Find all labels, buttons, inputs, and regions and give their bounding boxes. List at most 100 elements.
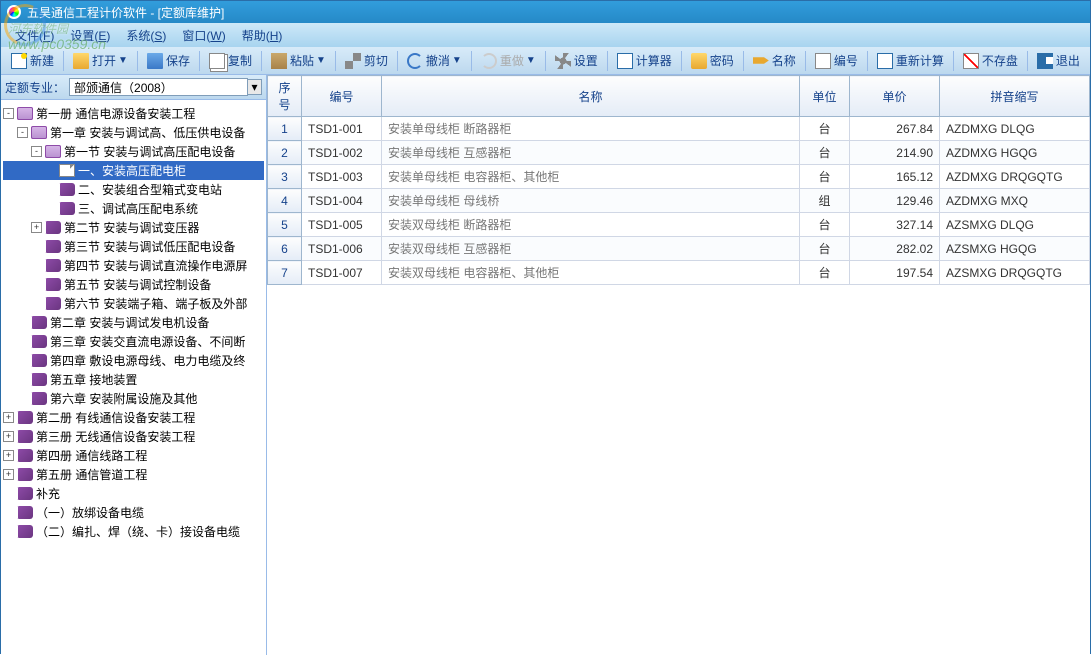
cell-price[interactable]: 282.02	[850, 237, 940, 261]
cell-unit[interactable]: 台	[800, 261, 850, 285]
menu-e[interactable]: 设置(E)	[62, 24, 118, 47]
cut-button[interactable]: 剪切	[339, 50, 394, 71]
cell-name[interactable]: 安装单母线柜 互感器柜	[382, 141, 800, 165]
cell-pinyin[interactable]: AZSMXG DRQGQTG	[940, 261, 1090, 285]
open-button[interactable]: 打开▼	[67, 50, 134, 71]
cell-code[interactable]: TSD1-006	[302, 237, 382, 261]
cell-price[interactable]: 327.14	[850, 213, 940, 237]
cell-unit[interactable]: 台	[800, 213, 850, 237]
tree-toggle[interactable]: +	[3, 450, 14, 461]
cell-unit[interactable]: 台	[800, 165, 850, 189]
tree-node[interactable]: 第四节 安装与调试直流操作电源屏	[3, 256, 264, 275]
tree-toggle[interactable]: -	[31, 146, 42, 157]
tree-node[interactable]: 一、安装高压配电柜	[3, 161, 264, 180]
table-row[interactable]: 4TSD1-004安装单母线柜 母线桥组129.46AZDMXG MXQ	[268, 189, 1090, 213]
cell-name[interactable]: 安装双母线柜 电容器柜、其他柜	[382, 261, 800, 285]
tree-node[interactable]: +第二册 有线通信设备安装工程	[3, 408, 264, 427]
cell-name[interactable]: 安装双母线柜 断路器柜	[382, 213, 800, 237]
cell-name[interactable]: 安装单母线柜 电容器柜、其他柜	[382, 165, 800, 189]
tree-toggle[interactable]: -	[17, 127, 28, 138]
cell-price[interactable]: 267.84	[850, 117, 940, 141]
cell-name[interactable]: 安装双母线柜 互感器柜	[382, 237, 800, 261]
tree-node[interactable]: -第一章 安装与调试高、低压供电设备	[3, 123, 264, 142]
cell-code[interactable]: TSD1-002	[302, 141, 382, 165]
redo-button[interactable]: 重做▼	[475, 50, 542, 71]
tree-node[interactable]: -第一节 安装与调试高压配电设备	[3, 142, 264, 161]
tree-node[interactable]: 第三节 安装与调试低压配电设备	[3, 237, 264, 256]
table-row[interactable]: 5TSD1-005安装双母线柜 断路器柜台327.14AZSMXG DLQG	[268, 213, 1090, 237]
tree-node[interactable]: +第五册 通信管道工程	[3, 465, 264, 484]
table-row[interactable]: 7TSD1-007安装双母线柜 电容器柜、其他柜台197.54AZSMXG DR…	[268, 261, 1090, 285]
settings-button[interactable]: 设置	[549, 50, 604, 71]
table-row[interactable]: 6TSD1-006安装双母线柜 互感器柜台282.02AZSMXG HGQG	[268, 237, 1090, 261]
tree-node[interactable]: 二、安装组合型箱式变电站	[3, 180, 264, 199]
chevron-down-icon[interactable]: ▾	[248, 79, 262, 95]
cell-unit[interactable]: 组	[800, 189, 850, 213]
cell-code[interactable]: TSD1-005	[302, 213, 382, 237]
cell-pinyin[interactable]: AZDMXG DRQGQTG	[940, 165, 1090, 189]
name-button[interactable]: 名称	[747, 50, 802, 71]
tree-node[interactable]: +第三册 无线通信设备安装工程	[3, 427, 264, 446]
cell-code[interactable]: TSD1-003	[302, 165, 382, 189]
tree-toggle[interactable]: +	[3, 431, 14, 442]
new-button[interactable]: 新建	[5, 50, 60, 71]
copy-button[interactable]: 复制	[203, 50, 258, 71]
cell-code[interactable]: TSD1-001	[302, 117, 382, 141]
cell-code[interactable]: TSD1-007	[302, 261, 382, 285]
cell-price[interactable]: 197.54	[850, 261, 940, 285]
col-code[interactable]: 编号	[302, 76, 382, 117]
cell-pinyin[interactable]: AZDMXG DLQG	[940, 117, 1090, 141]
menu-f[interactable]: 文件(F)	[7, 24, 62, 47]
tree-node[interactable]: （一）放绑设备电缆	[3, 503, 264, 522]
tree-view[interactable]: -第一册 通信电源设备安装工程-第一章 安装与调试高、低压供电设备-第一节 安装…	[1, 100, 266, 655]
cell-pinyin[interactable]: AZDMXG HGQG	[940, 141, 1090, 165]
tree-toggle[interactable]: +	[3, 412, 14, 423]
filter-combobox[interactable]	[69, 78, 248, 96]
tree-toggle[interactable]: +	[3, 469, 14, 480]
tree-node[interactable]: 第二章 安装与调试发电机设备	[3, 313, 264, 332]
col-pinyin[interactable]: 拼音缩写	[940, 76, 1090, 117]
tree-node[interactable]: 第五章 接地装置	[3, 370, 264, 389]
col-name[interactable]: 名称	[382, 76, 800, 117]
menu-h[interactable]: 帮助(H)	[234, 24, 291, 47]
tree-node[interactable]: 第三章 安装交直流电源设备、不间断	[3, 332, 264, 351]
number-button[interactable]: 编号	[809, 50, 864, 71]
tree-node[interactable]: 补充	[3, 484, 264, 503]
data-grid[interactable]: 序号 编号 名称 单位 单价 拼音缩写 1TSD1-001安装单母线柜 断路器柜…	[267, 75, 1090, 285]
cell-pinyin[interactable]: AZSMXG DLQG	[940, 213, 1090, 237]
cell-name[interactable]: 安装单母线柜 母线桥	[382, 189, 800, 213]
menu-s[interactable]: 系统(S)	[118, 24, 174, 47]
tree-toggle[interactable]: +	[31, 222, 42, 233]
table-row[interactable]: 1TSD1-001安装单母线柜 断路器柜台267.84AZDMXG DLQG	[268, 117, 1090, 141]
cell-unit[interactable]: 台	[800, 117, 850, 141]
calculator-button[interactable]: 计算器	[611, 50, 678, 71]
paste-button[interactable]: 粘贴▼	[265, 50, 332, 71]
nosave-button[interactable]: 不存盘	[957, 50, 1024, 71]
tree-node[interactable]: 第六节 安装端子箱、端子板及外部	[3, 294, 264, 313]
table-row[interactable]: 2TSD1-002安装单母线柜 互感器柜台214.90AZDMXG HGQG	[268, 141, 1090, 165]
password-button[interactable]: 密码	[685, 50, 740, 71]
cell-price[interactable]: 165.12	[850, 165, 940, 189]
col-rownum[interactable]: 序号	[268, 76, 302, 117]
cell-name[interactable]: 安装单母线柜 断路器柜	[382, 117, 800, 141]
exit-button[interactable]: 退出	[1031, 50, 1086, 71]
tree-node[interactable]: 第五节 安装与调试控制设备	[3, 275, 264, 294]
tree-node[interactable]: +第四册 通信线路工程	[3, 446, 264, 465]
cell-unit[interactable]: 台	[800, 141, 850, 165]
save-button[interactable]: 保存	[141, 50, 196, 71]
undo-button[interactable]: 撤消▼	[401, 50, 468, 71]
menu-w[interactable]: 窗口(W)	[174, 24, 233, 47]
cell-price[interactable]: 214.90	[850, 141, 940, 165]
col-unit[interactable]: 单位	[800, 76, 850, 117]
cell-code[interactable]: TSD1-004	[302, 189, 382, 213]
cell-unit[interactable]: 台	[800, 237, 850, 261]
recalc-button[interactable]: 重新计算	[871, 50, 950, 71]
table-row[interactable]: 3TSD1-003安装单母线柜 电容器柜、其他柜台165.12AZDMXG DR…	[268, 165, 1090, 189]
cell-price[interactable]: 129.46	[850, 189, 940, 213]
cell-pinyin[interactable]: AZSMXG HGQG	[940, 237, 1090, 261]
tree-node[interactable]: 三、调试高压配电系统	[3, 199, 264, 218]
col-price[interactable]: 单价	[850, 76, 940, 117]
tree-node[interactable]: 第四章 敷设电源母线、电力电缆及终	[3, 351, 264, 370]
tree-toggle[interactable]: -	[3, 108, 14, 119]
tree-node[interactable]: （二）编扎、焊（绕、卡）接设备电缆	[3, 522, 264, 541]
